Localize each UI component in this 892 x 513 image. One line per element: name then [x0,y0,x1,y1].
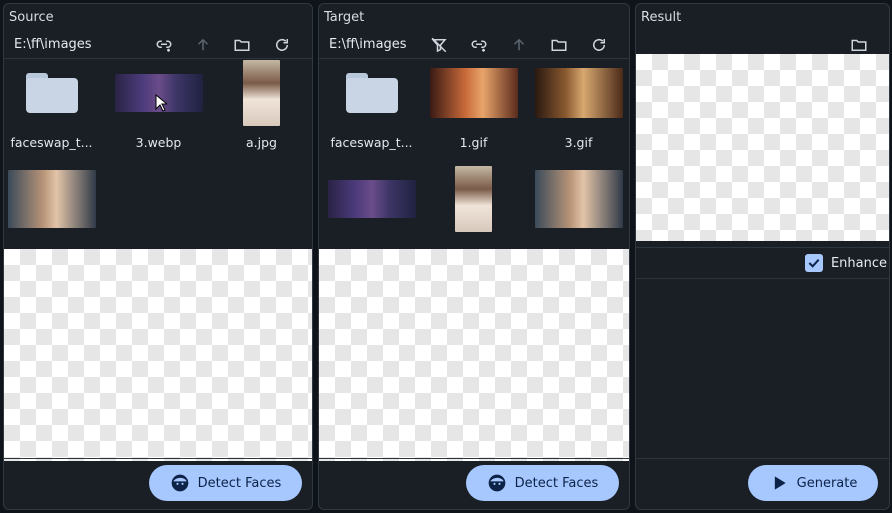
link-icon[interactable] [469,35,489,55]
detect-faces-label: Detect Faces [514,475,599,491]
file-item-image[interactable]: 3.gif [531,59,626,150]
detect-faces-button[interactable]: Detect Faces [466,465,619,501]
image-thumbnail [243,60,280,126]
folder-icon [345,73,398,113]
image-thumbnail [7,170,96,228]
generate-label: Generate [796,475,858,491]
source-footer: Detect Faces [4,458,312,509]
play-icon [774,476,786,490]
file-item-image[interactable]: 1.gif [426,59,521,150]
refresh-icon[interactable] [272,35,292,55]
image-thumbnail [455,166,492,232]
detect-faces-button[interactable]: Detect Faces [149,465,302,501]
file-item-folder[interactable]: faceswap_t... [4,59,99,150]
up-arrow-icon[interactable] [509,35,529,55]
source-title: Source [9,10,54,25]
link-icon[interactable] [154,35,174,55]
source-path: E:\ff\images [14,37,92,52]
file-item-image[interactable]: a.jpg [214,59,309,150]
target-path: E:\ff\images [329,37,407,52]
file-caption: faceswap_t... [10,135,93,150]
file-caption: 1.gif [459,135,488,150]
image-thumbnail [534,68,623,118]
image-thumbnail [429,68,518,118]
generate-button[interactable]: Generate [748,465,878,501]
source-preview [4,249,312,461]
result-preview [636,54,889,241]
file-item-image[interactable]: 3.webp [111,59,206,150]
target-title: Target [324,10,365,25]
result-panel: Result Enhance Generate [635,3,890,510]
file-item-image[interactable] [531,165,626,249]
file-item-image[interactable] [324,165,419,249]
target-toolbar: E:\ff\images [319,32,629,59]
enhance-label: Enhance [830,255,887,271]
image-thumbnail [534,170,623,228]
detect-faces-label: Detect Faces [197,475,282,491]
target-footer: Detect Faces [319,458,629,509]
face-icon [488,474,506,492]
result-title: Result [641,10,682,25]
folder-icon[interactable] [232,35,252,55]
source-toolbar: E:\ff\images [4,32,312,59]
filter-off-icon[interactable] [429,35,449,55]
target-file-grid: faceswap_t... 1.gif 3.gif [319,59,629,249]
folder-icon[interactable] [849,35,869,55]
result-footer: Generate [636,458,889,509]
folder-icon[interactable] [549,35,569,55]
folder-icon [25,73,78,113]
file-item-folder[interactable]: faceswap_t... [324,59,419,150]
source-file-grid: faceswap_t... 3.webp a.jpg [4,59,312,249]
file-item-image[interactable] [426,165,521,249]
source-panel: Source E:\ff\images faceswap_t... 3.webp… [3,3,313,510]
file-caption: faceswap_t... [330,135,413,150]
mouse-cursor-icon [155,94,167,112]
up-arrow-icon[interactable] [193,35,213,55]
face-icon [171,474,189,492]
refresh-icon[interactable] [589,35,609,55]
file-caption: a.jpg [246,135,277,150]
target-preview [319,249,629,461]
checkbox-checked-icon [804,254,823,272]
target-panel: Target E:\ff\images faceswap_t... 1.gif [318,3,630,510]
file-caption: 3.webp [135,135,182,150]
file-caption: 3.gif [564,135,593,150]
image-thumbnail [327,180,416,218]
file-item-image[interactable] [4,165,99,249]
enhance-checkbox[interactable]: Enhance [804,254,887,272]
